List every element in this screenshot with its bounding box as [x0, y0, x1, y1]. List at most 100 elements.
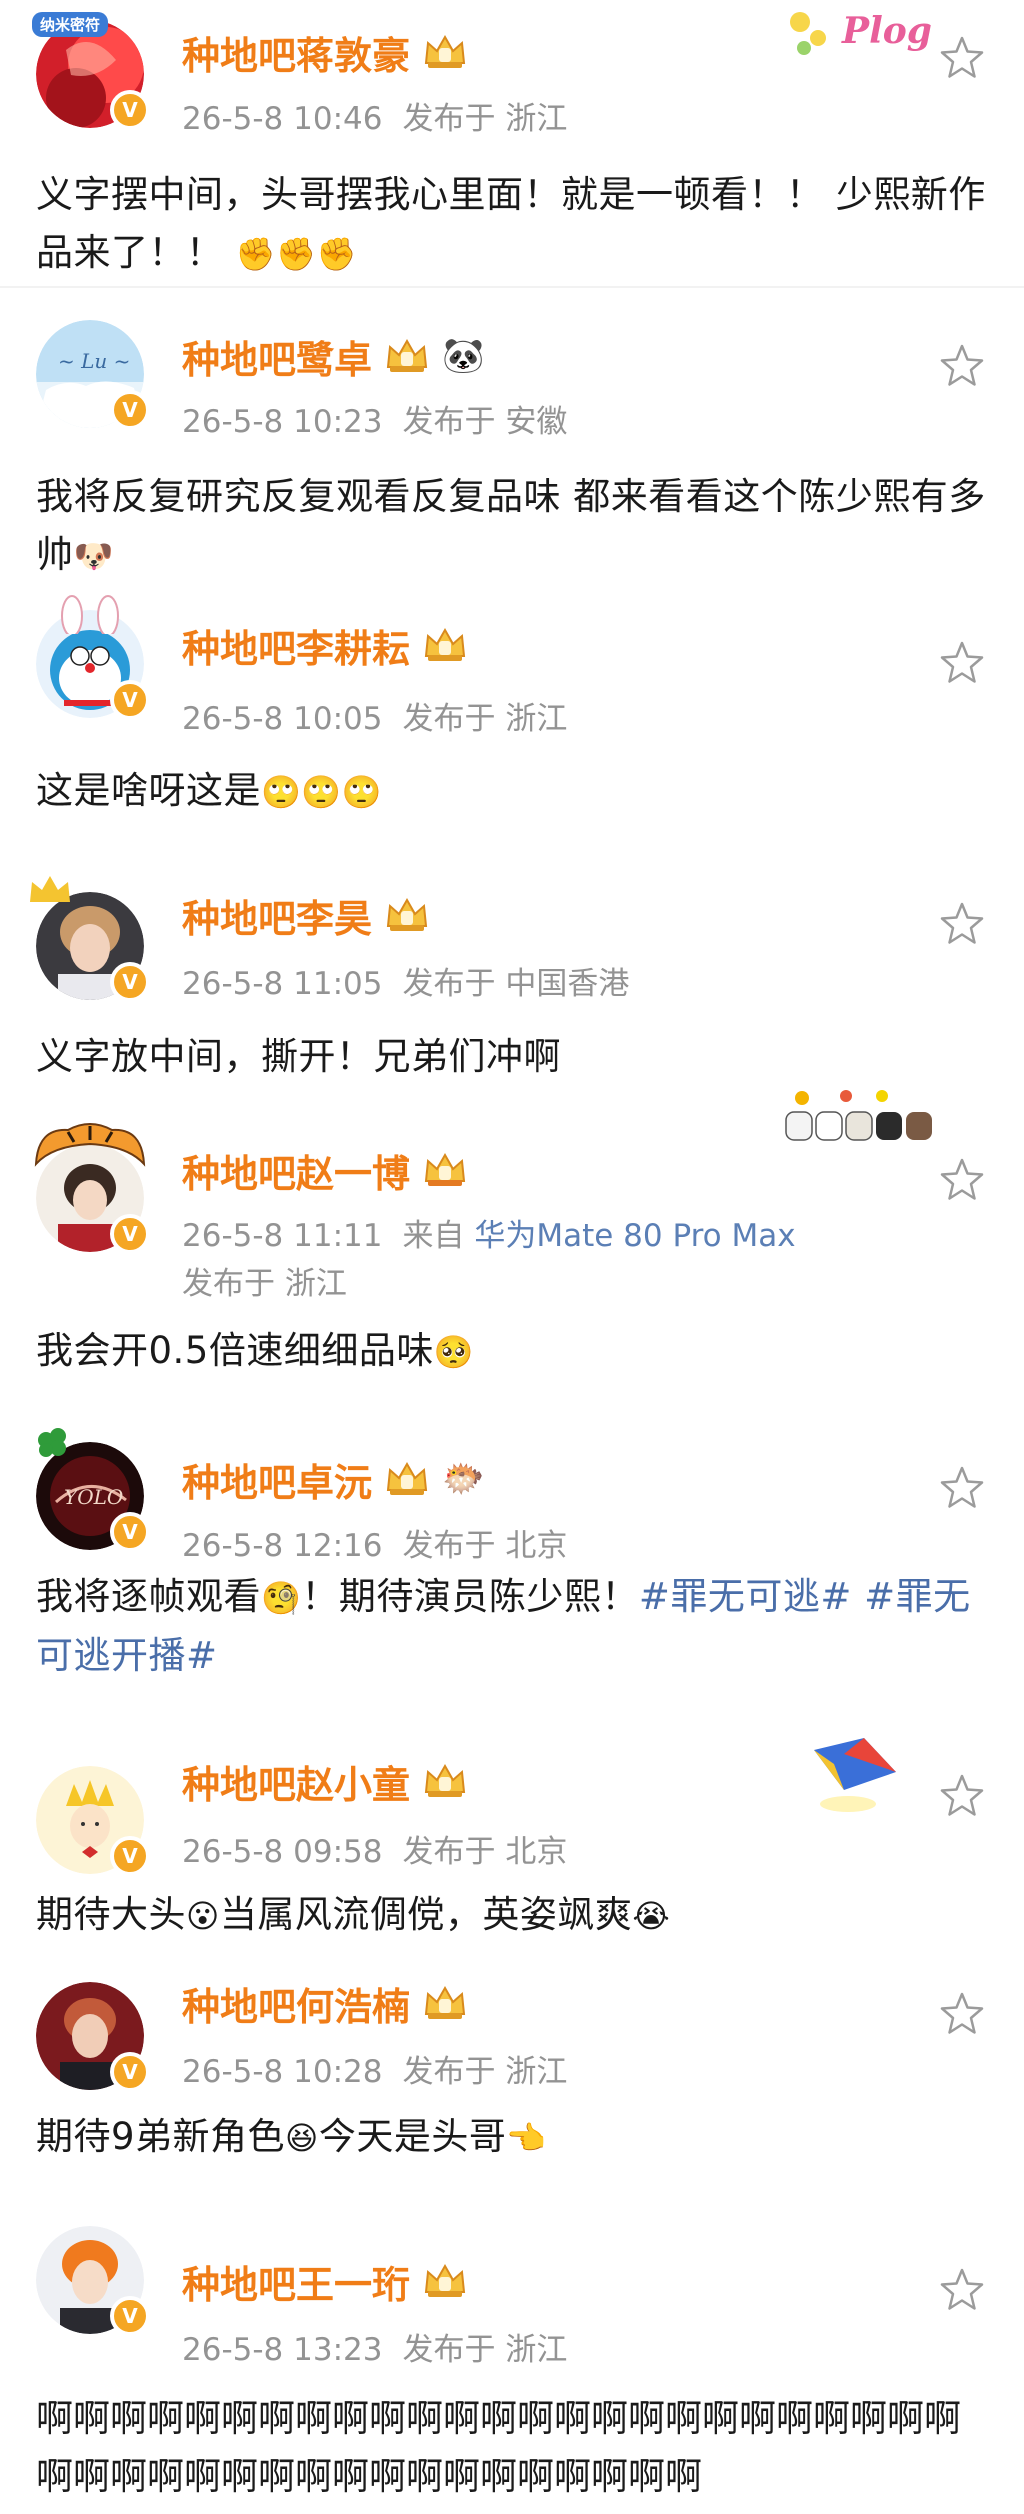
comment-body: 我将反复研究反复观看反复品味 都来看看这个陈少熙有多帅	[36, 475, 986, 576]
cats-sticker	[782, 1086, 942, 1146]
eye-roll-emoji: 🙄🙄🙄	[261, 773, 383, 811]
comment-body: 期待大头	[36, 1893, 186, 1936]
crown-decoration-icon	[30, 876, 70, 902]
comment-meta: 26-5-8 10:23 发布于 安徽	[182, 396, 567, 441]
comment-meta: 26-5-8 10:28 发布于 浙江	[182, 2046, 567, 2091]
crown-icon	[424, 2263, 466, 2297]
comment-body: 我会开0.5倍速细细品味	[36, 1329, 434, 1372]
crying-emoji: 😭	[632, 1897, 671, 1935]
username[interactable]: 种地吧赵小童	[182, 1754, 410, 1809]
location-label: 发布于	[402, 101, 496, 137]
verified-badge-icon: V	[110, 2052, 150, 2092]
comment-meta: 26-5-8 13:23 发布于 浙江	[182, 2324, 567, 2369]
star-outline-icon[interactable]	[938, 34, 986, 82]
panda-icon: 🐼	[442, 336, 485, 376]
comment-body-continued: 当属风流倜傥，英姿飒爽	[219, 1893, 633, 1936]
timestamp: 26-5-8 13:23	[182, 2332, 383, 2368]
comment-text: 这是啥呀这是🙄🙄🙄	[36, 762, 991, 821]
comment-text: 义字摆中间，头哥摆我心里面！就是一顿看！！ 少熙新作品来了！！ ✊✊✊	[36, 166, 991, 283]
location: 浙江	[284, 1266, 347, 1302]
comment-body-continued: 今天是头哥	[318, 2115, 507, 2158]
crown-icon	[386, 897, 428, 931]
timestamp: 26-5-8 10:46	[182, 101, 383, 137]
username[interactable]: 种地吧赵一博	[182, 1143, 410, 1198]
timestamp: 26-5-8 10:05	[182, 701, 383, 737]
location: 浙江	[505, 701, 568, 737]
avatar[interactable]: V	[36, 1766, 150, 1876]
star-outline-icon[interactable]	[938, 1156, 986, 1204]
verified-badge-icon: V	[110, 680, 150, 720]
comment-item: V 种地吧李耕耘 26-5-8 10:05 发布于 浙江 这是啥呀这是🙄🙄🙄	[0, 586, 1024, 836]
timestamp: 26-5-8 11:05	[182, 966, 383, 1002]
crown-icon	[424, 34, 466, 68]
username[interactable]: 种地吧何浩楠	[182, 1976, 410, 2031]
comment-item: V 种地吧李昊 26-5-8 11:05 发布于 中国香港 义字放中间，撕开！兄弟…	[0, 836, 1024, 1102]
clover-icon	[38, 1428, 66, 1457]
doge-emoji: 🐶	[73, 537, 114, 575]
comment-body: 义字摆中间，头哥摆我心里面！就是一顿看！！ 少熙新作品来了！！	[36, 173, 986, 274]
laughing-emoji: 😆	[285, 2119, 319, 2157]
comment-item: YOLO V 种地吧卓沅 🐡 26-5-8 12:16 发布于 北京 我将逐帧观…	[0, 1398, 1024, 1736]
avatar-badge: 纳米密符	[32, 12, 109, 37]
star-outline-icon[interactable]	[938, 900, 986, 948]
location: 浙江	[505, 2054, 568, 2090]
timestamp: 26-5-8 10:28	[182, 2054, 383, 2090]
crown-icon	[424, 1763, 466, 1797]
timestamp: 26-5-8 09:58	[182, 1834, 383, 1870]
comment-meta: 26-5-8 11:05 发布于 中国香港	[182, 958, 629, 1003]
star-outline-icon[interactable]	[938, 639, 986, 687]
star-outline-icon[interactable]	[938, 342, 986, 390]
location-label: 发布于	[402, 1528, 496, 1564]
kite-sticker	[804, 1730, 914, 1816]
surprised-emoji: 😮	[186, 1897, 220, 1935]
crown-icon	[386, 338, 428, 372]
comment-meta: 26-5-8 10:46 发布于 浙江	[182, 93, 567, 138]
bunny-ears-icon	[61, 595, 119, 634]
avatar[interactable]: V	[36, 1982, 150, 2092]
username[interactable]: 种地吧李昊	[182, 888, 372, 943]
comment-meta-location: 发布于 浙江	[182, 1258, 347, 1303]
username[interactable]: 种地吧李耕耘	[182, 618, 410, 673]
username[interactable]: 种地吧鹭卓	[182, 329, 372, 384]
avatar[interactable]: 纳米密符 V	[32, 12, 150, 130]
username[interactable]: 种地吧王一珩	[182, 2254, 410, 2309]
avatar[interactable]: V	[34, 1123, 150, 1254]
comment-meta: 26-5-8 09:58 发布于 北京	[182, 1826, 567, 1871]
star-outline-icon[interactable]	[938, 1772, 986, 1820]
comment-text: 我将逐帧观看🧐！期待演员陈少熙！#罪无可逃# #罪无可逃开播#	[36, 1568, 991, 1685]
crown-icon	[424, 1985, 466, 2019]
comment-body: 这是啥呀这是	[36, 769, 261, 812]
crown-icon	[386, 1461, 428, 1495]
verified-badge-icon: V	[110, 1214, 150, 1254]
avatar[interactable]: YOLO V	[36, 1428, 150, 1552]
fist-emoji: ✊✊✊	[235, 235, 357, 273]
location-label: 发布于	[182, 1266, 275, 1302]
username[interactable]: 种地吧蒋敦豪	[182, 25, 410, 80]
star-outline-icon[interactable]	[938, 1990, 986, 2038]
comment-body: 我将逐帧观看	[36, 1575, 261, 1618]
timestamp: 26-5-8 10:23	[182, 404, 383, 440]
star-outline-icon[interactable]	[938, 1464, 986, 1512]
username[interactable]: 种地吧卓沅	[182, 1452, 372, 1507]
verified-badge-icon: V	[110, 2296, 150, 2336]
comment-item: V 种地吧何浩楠 26-5-8 10:28 发布于 浙江 期待9弟新角色😆今天是头…	[0, 1982, 1024, 2226]
svg-text:YOLO: YOLO	[64, 1485, 123, 1509]
monocle-emoji: 🧐	[261, 1579, 302, 1617]
avatar[interactable]: V	[36, 2226, 150, 2336]
hashtag-link[interactable]: #罪无可逃#	[639, 1575, 852, 1618]
comment-item: V 种地吧王一珩 26-5-8 13:23 发布于 浙江 啊啊啊啊啊啊啊啊啊啊啊啊…	[0, 2226, 1024, 2514]
star-outline-icon[interactable]	[938, 2266, 986, 2314]
device-link[interactable]: 华为Mate 80 Pro Max	[474, 1218, 795, 1254]
avatar[interactable]: V	[30, 876, 150, 1002]
avatar[interactable]: ~ Lu ~ V	[36, 320, 150, 430]
comment-text: 期待9弟新角色😆今天是头哥👈	[36, 2108, 991, 2167]
location: 北京	[505, 1528, 568, 1564]
location-label: 发布于	[402, 966, 496, 1002]
location-label: 发布于	[402, 701, 496, 737]
crown-icon	[424, 627, 466, 661]
avatar[interactable]: V	[36, 595, 150, 720]
comment-meta: 26-5-8 10:05 发布于 浙江	[182, 693, 567, 738]
comment-text: 义字放中间，撕开！兄弟们冲啊	[36, 1028, 991, 1086]
sticker-text: Plog	[842, 10, 932, 52]
comment-item: ~ Lu ~ V 种地吧鹭卓 🐼 26-5-8 10:23 发布于 安徽 我将反复…	[0, 286, 1024, 588]
